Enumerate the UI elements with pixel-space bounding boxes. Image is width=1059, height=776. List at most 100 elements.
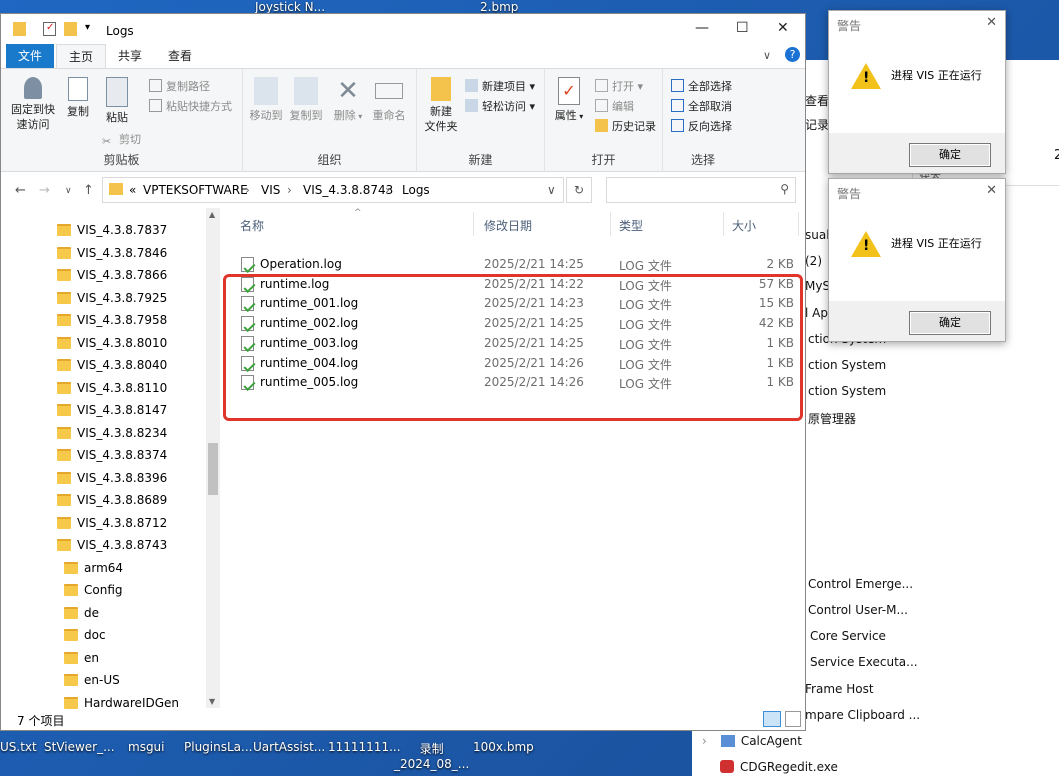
list-item[interactable]: 原管理器 xyxy=(808,410,856,427)
refresh-button[interactable]: ↻ xyxy=(566,177,592,203)
list-item[interactable]: CDGRegedit.exe xyxy=(720,760,838,774)
list-item[interactable]: Service Executa... xyxy=(810,655,918,669)
list-item[interactable]: › CalcAgent xyxy=(702,734,802,748)
edit-button[interactable]: 编辑 xyxy=(595,98,634,114)
copy-to-button[interactable]: 复制到 xyxy=(287,77,325,123)
desktop-icon-label[interactable]: 11111111... xyxy=(328,740,401,754)
tree-item[interactable]: VIS_4.3.8.8234 xyxy=(57,426,167,440)
tree-item[interactable]: en-US xyxy=(64,673,120,687)
tree-item[interactable]: VIS_4.3.8.7866 xyxy=(57,268,167,282)
breadcrumb-overflow[interactable]: « xyxy=(129,183,136,197)
new-item-button[interactable]: 新建项目 ▾ xyxy=(465,78,535,94)
close-icon[interactable]: ✕ xyxy=(986,183,997,198)
tree-item[interactable]: VIS_4.3.8.8374 xyxy=(57,448,167,462)
ok-button[interactable]: 确定 xyxy=(909,311,991,335)
tree-item[interactable]: Config xyxy=(64,583,123,597)
desktop-icon-label[interactable]: 100x.bmp xyxy=(473,740,534,754)
tree-item[interactable]: VIS_4.3.8.8147 xyxy=(57,403,167,417)
column-size[interactable]: 大小 xyxy=(732,217,756,234)
forward-icon[interactable]: → xyxy=(39,183,50,198)
select-none-button[interactable]: 全部取消 xyxy=(671,98,732,114)
search-input[interactable]: ⚲ xyxy=(606,177,796,203)
tree-item[interactable]: VIS_4.3.8.8010 xyxy=(57,336,167,350)
select-all-button[interactable]: 全部选择 xyxy=(671,78,732,94)
paste-button[interactable]: 粘贴 xyxy=(99,77,135,125)
tree-item[interactable]: VIS_4.3.8.8712 xyxy=(57,516,167,530)
breadcrumb-item[interactable]: Logs xyxy=(402,183,430,197)
cut-button[interactable]: ✂ 剪切 xyxy=(102,131,141,148)
list-item[interactable]: ction System xyxy=(808,384,886,398)
ok-button[interactable]: 确定 xyxy=(909,143,991,167)
history-button[interactable]: 历史记录 xyxy=(595,118,656,134)
breadcrumb-item[interactable]: VIS_4.3.8.8743 xyxy=(303,183,393,197)
copy-button[interactable]: 复制 xyxy=(63,77,93,119)
desktop-icon-label[interactable]: UartAssist... xyxy=(253,740,325,754)
desktop-icon-label[interactable]: 2.bmp xyxy=(480,0,518,14)
column-name[interactable]: 名称 xyxy=(240,217,264,234)
file-row[interactable]: Operation.log 2025/2/21 14:25 LOG 文件 2 KB xyxy=(238,255,798,275)
tree-item[interactable]: VIS_4.3.8.8689 xyxy=(57,493,167,507)
back-icon[interactable]: ← xyxy=(15,183,26,198)
help-icon[interactable]: ? xyxy=(785,47,800,62)
move-to-button[interactable]: 移动到 xyxy=(247,77,285,123)
tree-item[interactable]: arm64 xyxy=(64,561,123,575)
tab-view[interactable]: 查看 xyxy=(156,44,204,68)
tree-item[interactable]: VIS_4.3.8.8110 xyxy=(57,381,167,395)
chevron-down-icon[interactable]: ▾ xyxy=(85,22,98,36)
pin-button[interactable]: 固定到快 速访问 xyxy=(7,77,59,132)
large-icons-view-icon[interactable] xyxy=(785,711,801,727)
list-item[interactable]: Core Service xyxy=(810,629,886,643)
tree-item[interactable]: VIS_4.3.8.8396 xyxy=(57,471,167,485)
tab-file[interactable]: 文件 xyxy=(6,44,55,68)
paste-shortcut-button[interactable]: 粘贴快捷方式 xyxy=(149,98,232,114)
new-folder-button[interactable]: 新建 文件夹 xyxy=(421,77,461,134)
rename-button[interactable]: 重命名 xyxy=(369,77,409,123)
easy-access-button[interactable]: 轻松访问 ▾ xyxy=(465,98,535,114)
close-icon[interactable]: ✕ xyxy=(986,15,997,30)
tree-item[interactable]: VIS_4.3.8.7925 xyxy=(57,291,167,305)
desktop-icon-label[interactable]: PluginsLa... xyxy=(184,740,252,754)
tree-item[interactable]: doc xyxy=(64,628,106,642)
tab-home[interactable]: 主页 xyxy=(56,44,107,68)
tree-item[interactable]: en xyxy=(64,651,99,665)
details-view-icon[interactable] xyxy=(763,711,781,727)
delete-button[interactable]: ✕ 删除 ▾ xyxy=(333,77,363,124)
chevron-down-icon[interactable]: ∨ xyxy=(547,183,556,197)
list-item[interactable]: Control User-M... xyxy=(808,603,908,617)
invert-selection-button[interactable]: 反向选择 xyxy=(671,118,732,134)
tab-share[interactable]: 共享 xyxy=(106,44,154,68)
tree-item[interactable]: VIS_4.3.8.8040 xyxy=(57,358,167,372)
maximize-icon[interactable]: ☐ xyxy=(736,20,749,36)
copy-path-button[interactable]: 复制路径 xyxy=(149,78,210,94)
scroll-thumb[interactable] xyxy=(208,443,218,495)
scrollbar[interactable]: ▲ ▼ xyxy=(206,208,220,708)
properties-button[interactable]: ✓ 属性 ▾ xyxy=(551,77,587,124)
breadcrumb-item[interactable]: VPTEKSOFTWARE xyxy=(143,183,248,197)
list-item[interactable]: mpare Clipboard ... xyxy=(805,708,920,722)
tree-item[interactable]: VIS_4.3.8.7846 xyxy=(57,246,167,260)
breadcrumb-item[interactable]: VIS xyxy=(261,183,280,197)
minimize-icon[interactable]: — xyxy=(695,20,709,36)
close-icon[interactable]: ✕ xyxy=(777,20,789,36)
tree-item[interactable]: VIS_4.3.8.7837 xyxy=(57,223,167,237)
desktop-icon-label[interactable]: StViewer_... xyxy=(44,740,115,754)
tree-item[interactable]: VIS_4.3.8.8743 xyxy=(57,538,167,552)
column-type[interactable]: 类型 xyxy=(619,217,643,234)
desktop-icon-label[interactable]: Joystick N... xyxy=(255,0,325,14)
column-date[interactable]: 修改日期 xyxy=(484,217,532,234)
chevron-down-icon[interactable]: ∨ xyxy=(763,49,771,62)
properties-icon[interactable]: ✓ xyxy=(43,22,56,36)
tree-item[interactable]: HardwareIDGen xyxy=(64,696,179,710)
list-item[interactable]: ction System xyxy=(808,358,886,372)
new-folder-icon[interactable] xyxy=(64,22,77,36)
address-bar[interactable]: « VPTEKSOFTWARE › VIS › VIS_4.3.8.8743 ›… xyxy=(102,177,564,203)
chevron-down-icon[interactable]: ∨ xyxy=(65,186,72,196)
desktop-icon-label[interactable]: msgui xyxy=(128,740,165,754)
list-item[interactable]: Control Emerge... xyxy=(808,577,913,591)
tree-item[interactable]: VIS_4.3.8.7958 xyxy=(57,313,167,327)
desktop-icon-label[interactable]: 录制 _2024_08_... xyxy=(394,740,469,771)
tree-item[interactable]: de xyxy=(64,606,99,620)
list-item[interactable]: Frame Host xyxy=(805,682,874,696)
up-icon[interactable]: ↑ xyxy=(83,183,94,198)
open-button[interactable]: 打开 ▾ xyxy=(595,78,643,94)
